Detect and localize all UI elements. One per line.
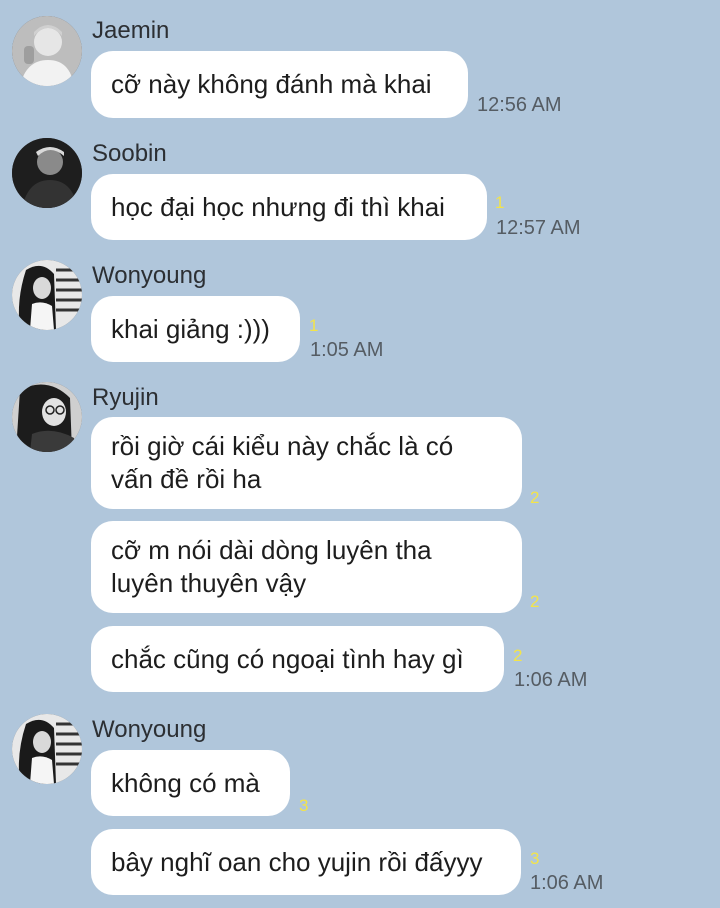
avatar-jaemin[interactable] <box>12 16 82 86</box>
message-bubble[interactable]: cỡ này không đánh mà khai <box>91 51 468 118</box>
sender-name: Ryujin <box>92 384 159 411</box>
avatar-wonyoung-image <box>12 260 82 330</box>
avatar-wonyoung[interactable] <box>12 714 82 784</box>
message-bubble[interactable]: bây nghĩ oan cho yujin rồi đấyyy <box>91 829 521 895</box>
message-text: học đại học nhưng đi thì khai <box>111 191 445 222</box>
message-bubble[interactable]: chắc cũng có ngoại tình hay gì <box>91 626 504 692</box>
avatar-soobin[interactable] <box>12 138 82 208</box>
message-text: rồi giờ cái kiểu này chắc là có vấn đề r… <box>111 431 454 494</box>
message-bubble[interactable]: khai giảng :))) <box>91 296 300 362</box>
message-time: 12:57 AM <box>496 217 581 239</box>
avatar-ryujin-image <box>12 382 82 452</box>
message-bubble[interactable]: không có mà <box>91 750 290 816</box>
message-text: cỡ m nói dài dòng luyên tha luyên thuyên… <box>111 535 432 598</box>
message-time: 1:06 AM <box>530 872 604 894</box>
sender-name: Jaemin <box>92 17 170 44</box>
message-bubble[interactable]: học đại học nhưng đi thì khai <box>91 174 487 240</box>
message-bubble[interactable]: rồi giờ cái kiểu này chắc là có vấn đề r… <box>91 417 522 509</box>
unread-count: 2 <box>513 646 523 665</box>
message-time: 1:05 AM <box>310 339 384 361</box>
message-text: chắc cũng có ngoại tình hay gì <box>111 643 464 674</box>
unread-count: 3 <box>299 796 309 815</box>
unread-count: 2 <box>530 488 540 507</box>
sender-name: Wonyoung <box>92 262 207 289</box>
message-text: không có mà <box>111 767 260 798</box>
avatar-wonyoung-image <box>12 714 82 784</box>
message-text: khai giảng :))) <box>111 313 270 344</box>
message-time: 12:56 AM <box>477 94 562 116</box>
message-bubble[interactable]: cỡ m nói dài dòng luyên tha luyên thuyên… <box>91 521 522 613</box>
unread-count: 3 <box>530 849 540 868</box>
avatar-jaemin-image <box>12 16 82 86</box>
unread-count: 2 <box>530 592 540 611</box>
sender-name: Wonyoung <box>92 716 207 743</box>
message-text: cỡ này không đánh mà khai <box>111 69 432 99</box>
avatar-ryujin[interactable] <box>12 382 82 452</box>
message-text: bây nghĩ oan cho yujin rồi đấyyy <box>111 846 483 877</box>
avatar-soobin-image <box>12 138 82 208</box>
message-time: 1:06 AM <box>514 669 588 691</box>
unread-count: 1 <box>309 316 319 335</box>
avatar-wonyoung[interactable] <box>12 260 82 330</box>
unread-count: 1 <box>495 193 505 212</box>
sender-name: Soobin <box>92 140 167 167</box>
